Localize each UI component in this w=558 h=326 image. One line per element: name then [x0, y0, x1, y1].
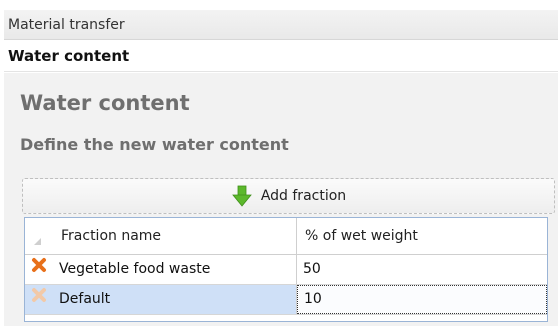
- table-row[interactable]: Default 10: [25, 285, 547, 315]
- page-subtitle: Define the new water content: [20, 135, 289, 154]
- page-title: Water content: [20, 91, 190, 115]
- fractions-grid: Fraction name % of wet weight Vegetable …: [24, 217, 548, 322]
- wet-weight-cell[interactable]: 50: [297, 255, 547, 284]
- add-fraction-label: Add fraction: [260, 188, 347, 204]
- section-subtitle-bar: Water content: [4, 40, 558, 72]
- delete-row-button[interactable]: [25, 255, 53, 284]
- app-frame: Material transfer Water content Water co…: [0, 0, 558, 326]
- column-header-wet-weight[interactable]: % of wet weight: [297, 218, 547, 254]
- corner-triangle-icon: [34, 238, 41, 245]
- table-row[interactable]: Vegetable food waste 50: [25, 255, 547, 285]
- breadcrumb-text: Material transfer: [8, 17, 125, 33]
- add-fraction-button[interactable]: Add fraction: [22, 178, 555, 214]
- delete-x-icon: [31, 285, 47, 314]
- fraction-name-cell[interactable]: Default: [53, 285, 297, 314]
- grid-header: Fraction name % of wet weight: [25, 218, 547, 255]
- delete-x-icon: [31, 255, 47, 284]
- down-arrow-icon: [231, 185, 253, 207]
- fraction-name-cell[interactable]: Vegetable food waste: [53, 255, 297, 284]
- content-panel: Water content Define the new water conte…: [4, 73, 558, 326]
- column-header-fraction-name[interactable]: Fraction name: [53, 218, 297, 254]
- delete-row-button[interactable]: [25, 285, 53, 314]
- breadcrumb: Material transfer: [4, 10, 558, 40]
- wet-weight-cell[interactable]: 10: [297, 285, 547, 314]
- select-all-corner[interactable]: [25, 218, 53, 254]
- section-subtitle: Water content: [8, 47, 130, 65]
